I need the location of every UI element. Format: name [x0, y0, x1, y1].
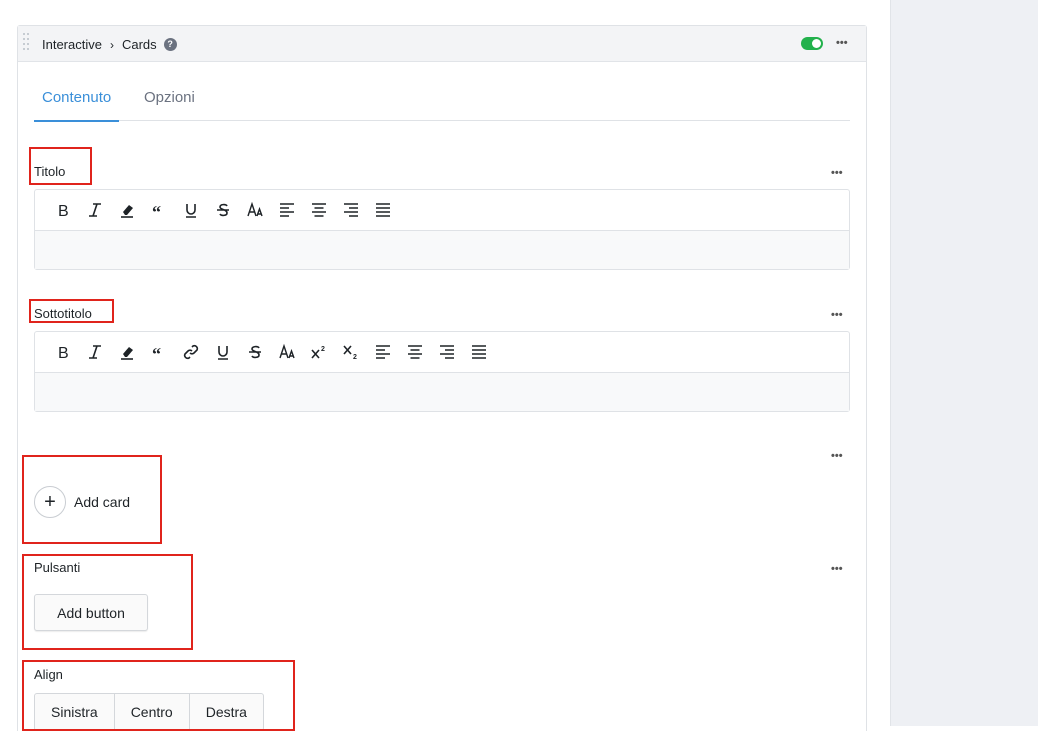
- subtitle-field-menu-icon[interactable]: •••: [831, 310, 843, 321]
- link-icon[interactable]: [175, 341, 207, 363]
- quote-icon[interactable]: “: [143, 341, 175, 363]
- svg-text:B: B: [58, 203, 69, 219]
- strikethrough-icon[interactable]: [239, 341, 271, 363]
- highlight-box-title: [29, 147, 92, 185]
- eraser-icon[interactable]: [111, 199, 143, 221]
- subtitle-editor-content[interactable]: [35, 373, 849, 411]
- breadcrumb-current: Cards: [121, 37, 157, 52]
- tab-contenuto[interactable]: Contenuto: [34, 89, 120, 122]
- block-header: Interactive › Cards ? •••: [18, 26, 866, 62]
- svg-text:2: 2: [321, 346, 325, 353]
- bold-icon[interactable]: B: [47, 341, 79, 363]
- breadcrumb-separator: ›: [109, 37, 114, 52]
- align-right-icon[interactable]: [431, 341, 463, 363]
- eraser-icon[interactable]: [111, 341, 143, 363]
- highlight-box-buttons: [22, 554, 193, 650]
- buttons-field-menu-icon[interactable]: •••: [831, 564, 843, 575]
- align-justify-icon[interactable]: [367, 199, 399, 221]
- title-editor: B “: [34, 189, 850, 270]
- underline-icon[interactable]: [207, 341, 239, 363]
- subtitle-toolbar: B “ 2 2: [35, 332, 849, 373]
- svg-text:2: 2: [353, 354, 357, 361]
- align-right-icon[interactable]: [335, 199, 367, 221]
- italic-icon[interactable]: [79, 199, 111, 221]
- bold-icon[interactable]: B: [47, 199, 79, 221]
- highlight-box-add-card: [22, 455, 162, 544]
- align-center-icon[interactable]: [303, 199, 335, 221]
- cards-field-menu-icon[interactable]: •••: [831, 451, 843, 462]
- highlight-box-align: [22, 660, 295, 731]
- align-left-icon[interactable]: [367, 341, 399, 363]
- superscript-icon[interactable]: 2: [303, 341, 335, 363]
- font-size-icon[interactable]: [271, 341, 303, 363]
- title-toolbar: B “: [35, 190, 849, 231]
- subscript-icon[interactable]: 2: [335, 341, 367, 363]
- tab-bar: Contenuto Opzioni: [34, 81, 850, 122]
- help-icon[interactable]: ?: [163, 38, 177, 51]
- subtitle-editor: B “ 2 2: [34, 331, 850, 412]
- drag-handle-icon[interactable]: [23, 33, 31, 55]
- breadcrumb: Interactive › Cards ?: [42, 37, 177, 52]
- font-size-icon[interactable]: [239, 199, 271, 221]
- title-field-menu-icon[interactable]: •••: [831, 168, 843, 179]
- right-sidebar-panel: [890, 0, 1038, 726]
- block-menu-icon[interactable]: •••: [836, 38, 848, 49]
- align-justify-icon[interactable]: [463, 341, 495, 363]
- tab-opzioni[interactable]: Opzioni: [144, 89, 195, 120]
- breadcrumb-parent[interactable]: Interactive: [42, 37, 102, 52]
- svg-text:B: B: [58, 345, 69, 361]
- align-center-icon[interactable]: [399, 341, 431, 363]
- underline-icon[interactable]: [175, 199, 207, 221]
- align-left-icon[interactable]: [271, 199, 303, 221]
- quote-icon[interactable]: “: [143, 199, 175, 221]
- italic-icon[interactable]: [79, 341, 111, 363]
- highlight-box-subtitle: [29, 299, 114, 323]
- svg-text:“: “: [152, 344, 161, 361]
- block-enabled-toggle[interactable]: [801, 37, 823, 50]
- svg-text:“: “: [152, 202, 161, 219]
- strikethrough-icon[interactable]: [207, 199, 239, 221]
- title-editor-content[interactable]: [35, 231, 849, 269]
